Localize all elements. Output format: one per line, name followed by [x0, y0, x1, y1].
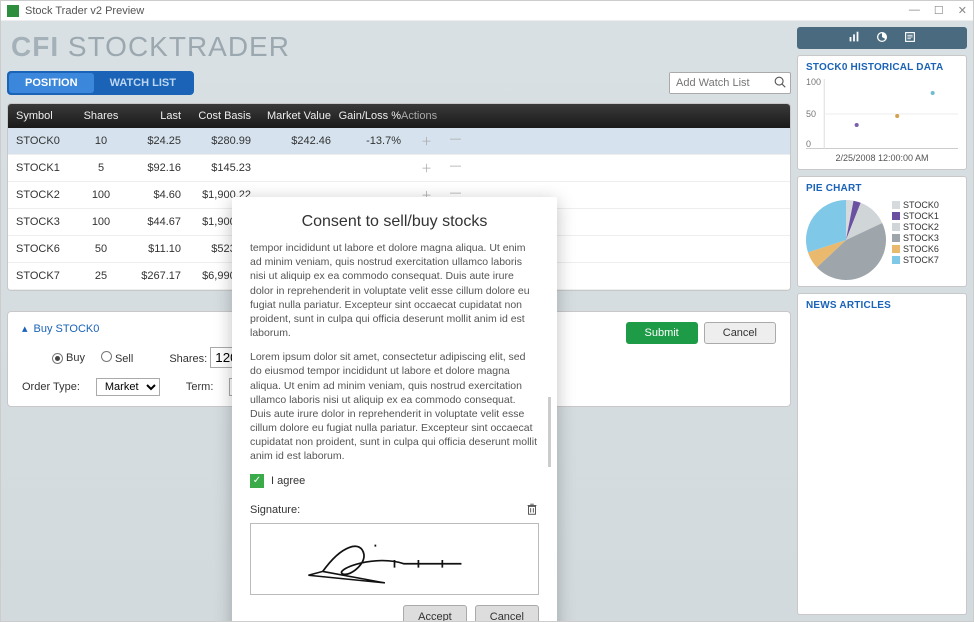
- cancel-button[interactable]: Cancel: [704, 322, 776, 344]
- search-input[interactable]: [670, 73, 770, 93]
- legend-item: STOCK2: [892, 222, 939, 232]
- minimize-icon[interactable]: —: [909, 4, 920, 17]
- table-row[interactable]: STOCK15$92.16$145.23＋—: [8, 155, 790, 182]
- legend-item: STOCK6: [892, 244, 939, 254]
- ordertype-select[interactable]: Market: [96, 378, 160, 396]
- search-icon[interactable]: [770, 75, 790, 92]
- chart-icon[interactable]: [847, 30, 861, 47]
- modal-title: Consent to sell/buy stocks: [250, 213, 539, 231]
- col-symbol[interactable]: Symbol: [16, 110, 76, 122]
- legend-item: STOCK1: [892, 211, 939, 221]
- news-icon[interactable]: [903, 30, 917, 47]
- add-watchlist-search[interactable]: [669, 72, 791, 94]
- news-title: NEWS ARTICLES: [806, 300, 958, 311]
- window-title: Stock Trader v2 Preview: [25, 5, 144, 17]
- modal-scrollbar[interactable]: [548, 397, 551, 467]
- pie-title: PIE CHART: [806, 183, 958, 194]
- titlebar: Stock Trader v2 Preview — ☐ ✕: [1, 1, 973, 21]
- tab-position[interactable]: POSITION: [9, 73, 94, 93]
- news-panel: NEWS ARTICLES: [797, 293, 967, 615]
- trash-icon[interactable]: [525, 502, 539, 519]
- plus-icon[interactable]: ＋: [421, 133, 432, 149]
- hist-timestamp: 2/25/2008 12:00:00 AM: [806, 153, 958, 163]
- hist-chart[interactable]: 100 50 0: [806, 79, 958, 149]
- collapse-icon[interactable]: ▴: [22, 322, 28, 335]
- order-title: Buy STOCK0: [34, 323, 100, 335]
- minus-icon[interactable]: —: [450, 160, 461, 176]
- col-mv[interactable]: Market Value: [251, 110, 331, 122]
- minus-icon[interactable]: —: [450, 133, 461, 149]
- right-toolbar: [797, 27, 967, 49]
- col-actions: Actions: [401, 110, 481, 122]
- pie-legend: STOCK0STOCK1STOCK2STOCK3STOCK6STOCK7: [892, 200, 939, 265]
- accept-button[interactable]: Accept: [403, 605, 467, 622]
- pie-panel: PIE CHART STOCK0STOCK1STOCK2STOCK3STOCK6…: [797, 176, 967, 287]
- view-tabs: POSITION WATCH LIST: [7, 71, 194, 95]
- table-row[interactable]: STOCK010$24.25$280.99$242.46-13.7%＋—: [8, 128, 790, 155]
- app-window: Stock Trader v2 Preview — ☐ ✕ CFI STOCKT…: [0, 0, 974, 622]
- consent-modal: Consent to sell/buy stocks tempor incidi…: [232, 197, 557, 622]
- pie-icon[interactable]: [875, 30, 889, 47]
- maximize-icon[interactable]: ☐: [934, 4, 944, 17]
- submit-button[interactable]: Submit: [626, 322, 698, 344]
- close-icon[interactable]: ✕: [958, 4, 967, 17]
- agree-label: I agree: [271, 475, 305, 487]
- consent-text-1: tempor incididunt ut labore et dolore ma…: [250, 241, 539, 340]
- plus-icon[interactable]: ＋: [421, 160, 432, 176]
- historical-panel: STOCK0 HISTORICAL DATA 100 50 0 2/25/200…: [797, 55, 967, 170]
- radio-sell[interactable]: [101, 351, 112, 362]
- col-cost[interactable]: Cost Basis: [181, 110, 251, 122]
- modal-cancel-button[interactable]: Cancel: [475, 605, 539, 622]
- agree-checkbox[interactable]: ✓: [250, 474, 264, 488]
- col-last[interactable]: Last: [126, 110, 181, 122]
- legend-item: STOCK3: [892, 233, 939, 243]
- pie-chart[interactable]: [806, 200, 886, 280]
- col-gl[interactable]: Gain/Loss %: [331, 110, 401, 122]
- brand-logo: CFI STOCKTRADER: [7, 27, 791, 71]
- consent-text-2: Lorem ipsum dolor sit amet, consectetur …: [250, 350, 539, 463]
- hist-title: STOCK0 HISTORICAL DATA: [806, 62, 958, 73]
- tab-watchlist[interactable]: WATCH LIST: [94, 73, 192, 93]
- legend-item: STOCK0: [892, 200, 939, 210]
- signature-label: Signature:: [250, 504, 300, 516]
- radio-buy[interactable]: [52, 353, 63, 364]
- signature-pad[interactable]: [250, 523, 539, 595]
- app-icon: [7, 5, 19, 17]
- legend-item: STOCK7: [892, 255, 939, 265]
- col-shares[interactable]: Shares: [76, 110, 126, 122]
